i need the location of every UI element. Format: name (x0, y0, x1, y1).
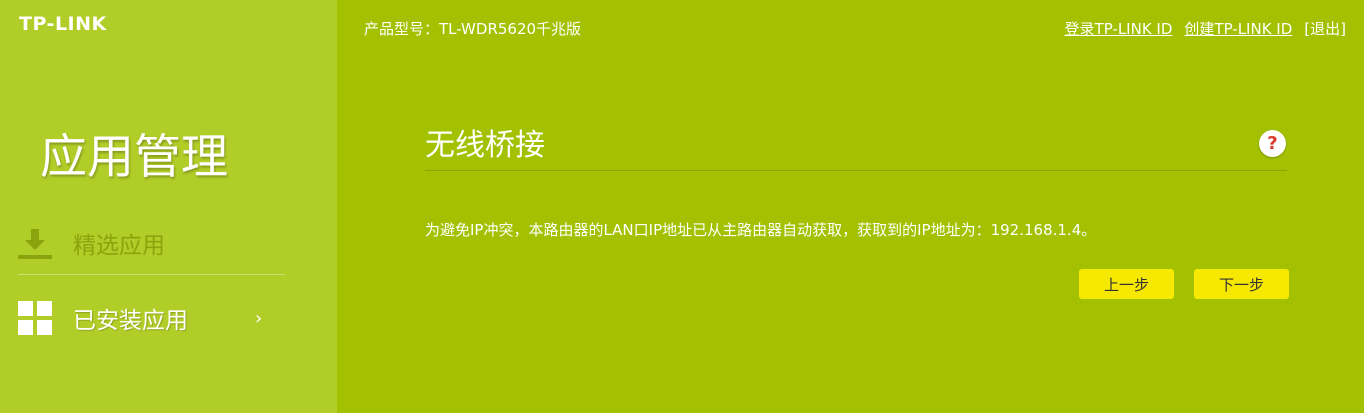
ip-message: 为避免IP冲突，本路由器的LAN口IP地址已从主路由器自动获取，获取到的IP地址… (425, 221, 1097, 239)
login-link[interactable]: 登录TP-LINK ID (1065, 18, 1173, 39)
help-icon[interactable]: ? (1259, 130, 1286, 157)
logout-link[interactable]: [退出] (1304, 18, 1346, 39)
grid-icon (18, 301, 52, 335)
download-icon (18, 226, 52, 260)
chevron-right-icon: › (255, 307, 263, 329)
sidebar: TP-LINK 应用管理 精选应用 已安装应用 › (0, 0, 337, 413)
next-step-button[interactable]: 下一步 (1194, 269, 1289, 299)
sidebar-item-featured-apps[interactable]: 精选应用 (18, 212, 285, 275)
sidebar-item-installed-apps[interactable]: 已安装应用 › (18, 288, 285, 348)
tp-link-logo: TP-LINK (19, 13, 107, 35)
sidebar-item-label: 已安装应用 (73, 308, 188, 334)
page-title: 无线桥接 (425, 128, 545, 163)
account-links: 登录TP-LINK ID 创建TP-LINK ID [退出] (1065, 18, 1346, 39)
sidebar-title: 应用管理 (40, 130, 228, 185)
previous-step-button[interactable]: 上一步 (1079, 269, 1174, 299)
create-id-link[interactable]: 创建TP-LINK ID (1184, 18, 1292, 39)
product-model: 产品型号：TL-WDR5620千兆版 (364, 20, 582, 38)
sidebar-item-label: 精选应用 (73, 233, 165, 259)
title-divider (425, 170, 1287, 171)
